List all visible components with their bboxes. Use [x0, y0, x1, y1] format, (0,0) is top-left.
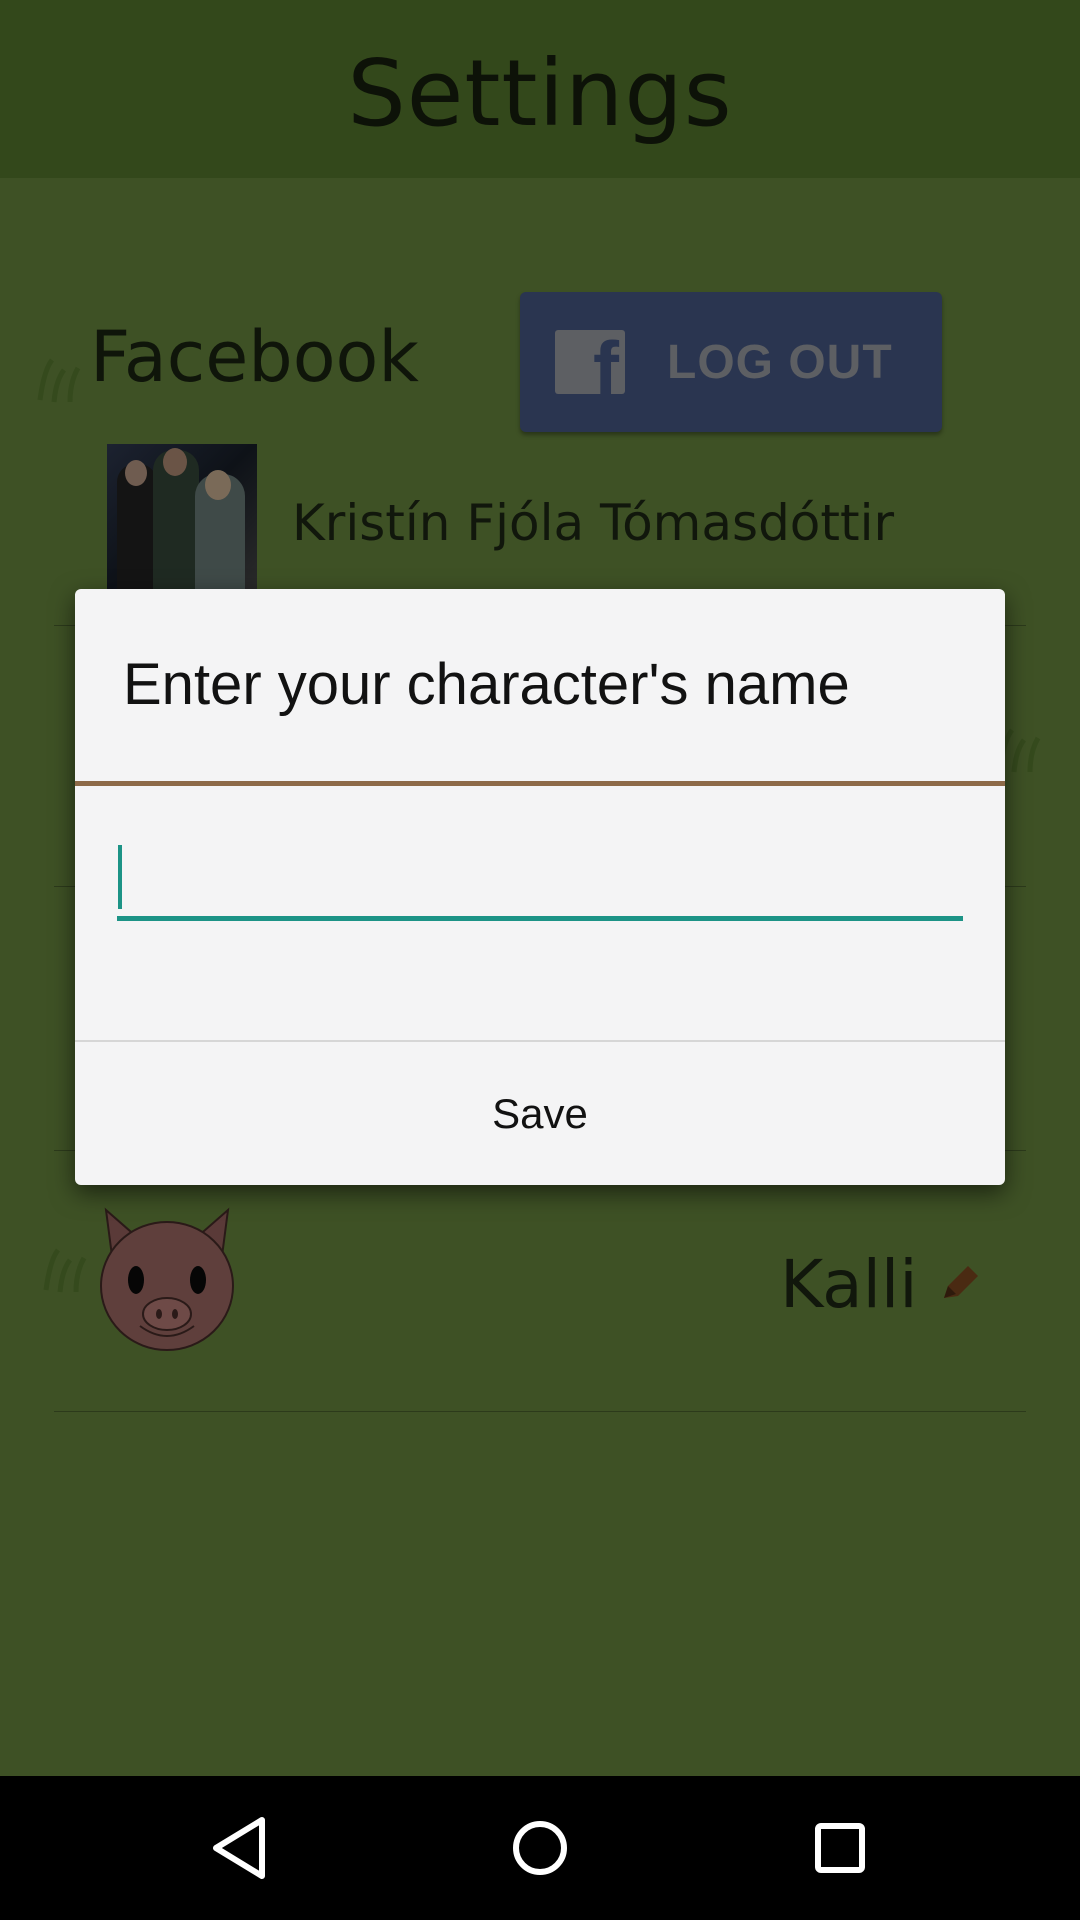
divider — [54, 1411, 1026, 1412]
character-name-dialog: Enter your character's name Save — [75, 589, 1005, 1185]
facebook-heading: Facebook — [90, 316, 419, 398]
dialog-title: Enter your character's name — [123, 652, 850, 717]
back-triangle-icon[interactable] — [190, 1798, 290, 1898]
pencil-icon[interactable] — [936, 1256, 986, 1306]
facebook-logout-button[interactable]: f LOG OUT — [520, 292, 942, 432]
app-bar: Settings — [0, 0, 1080, 178]
pig-avatar[interactable] — [96, 1204, 238, 1354]
recents-square-icon[interactable] — [790, 1798, 890, 1898]
system-navigation-bar — [0, 1776, 1080, 1920]
character-name: Kalli — [780, 1246, 918, 1323]
dialog-title-divider — [75, 781, 1005, 786]
facebook-user-name: Kristín Fjóla Tómasdóttir — [292, 494, 895, 552]
profile-photo — [107, 444, 257, 590]
save-button[interactable]: Save — [75, 1042, 1005, 1185]
character-name-input[interactable] — [117, 839, 963, 921]
text-caret — [118, 845, 122, 909]
logout-label: LOG OUT — [667, 335, 893, 389]
facebook-f-icon: f — [555, 330, 625, 394]
page-title: Settings — [347, 39, 733, 147]
home-circle-icon[interactable] — [490, 1798, 590, 1898]
